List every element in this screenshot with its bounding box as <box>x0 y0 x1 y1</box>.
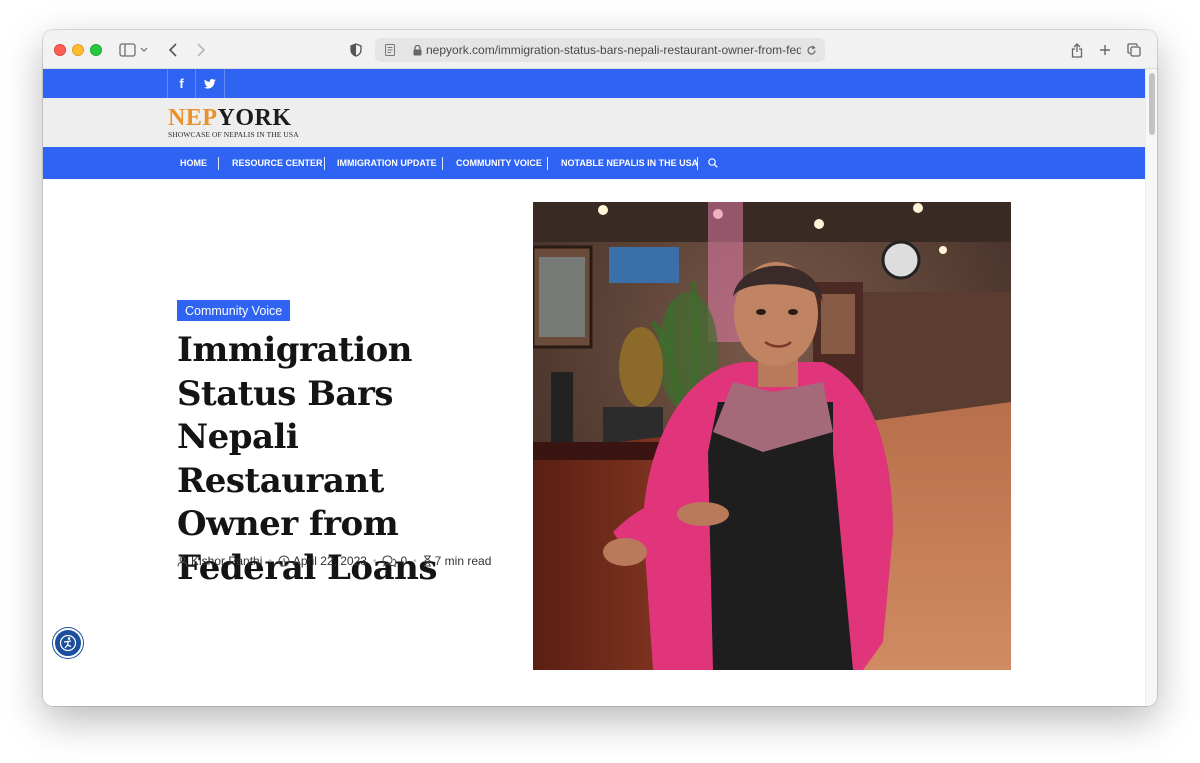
url-text: nepyork.com/immigration-status-bars-nepa… <box>426 43 801 57</box>
date-text: April 22, 2023 <box>292 554 367 568</box>
zoom-window-button[interactable] <box>90 44 102 56</box>
close-window-button[interactable] <box>54 44 66 56</box>
user-icon <box>177 555 188 567</box>
nav-item-notable-nepalis[interactable]: NOTABLE NEPALIS IN THE USA <box>561 147 698 179</box>
meta-separator: • <box>268 555 272 567</box>
share-icon[interactable] <box>1068 40 1086 60</box>
social-bar: f <box>43 69 1145 98</box>
comments-count[interactable]: 0 <box>382 554 407 568</box>
read-time-text: 7 min read <box>434 554 492 568</box>
search-icon[interactable] <box>708 147 718 179</box>
logo-tagline: SHOWCASE OF NEPALIS IN THE USA <box>168 130 299 139</box>
site-logo[interactable]: NEPYORK SHOWCASE OF NEPALIS IN THE USA <box>168 105 299 139</box>
tab-overview-icon[interactable] <box>1125 40 1143 60</box>
new-tab-icon[interactable] <box>1096 40 1114 60</box>
nav-item-community-voice[interactable]: COMMUNITY VOICE <box>456 147 542 179</box>
browser-window: nepyork.com/immigration-status-bars-nepa… <box>43 30 1157 706</box>
nav-item-immigration-update[interactable]: IMMIGRATION UPDATE <box>337 147 437 179</box>
nav-separator <box>547 157 548 170</box>
back-icon[interactable] <box>165 40 181 60</box>
nav-separator <box>442 157 443 170</box>
read-time: 7 min read <box>423 554 492 568</box>
author-name: Kishor Panthi <box>191 554 263 568</box>
facebook-icon[interactable]: f <box>167 69 196 98</box>
reader-mode-icon[interactable] <box>381 42 399 58</box>
web-page: f NEPYORK SHOWCASE OF NEPALIS IN THE USA… <box>43 69 1145 706</box>
site-header: NEPYORK SHOWCASE OF NEPALIS IN THE USA <box>43 98 1145 147</box>
author[interactable]: Kishor Panthi <box>177 554 262 568</box>
nav-separator <box>324 157 325 170</box>
scrollbar-thumb[interactable] <box>1149 73 1155 135</box>
meta-separator: • <box>413 555 417 567</box>
browser-toolbar: nepyork.com/immigration-status-bars-nepa… <box>43 30 1157 69</box>
nav-item-home[interactable]: HOME <box>180 147 207 179</box>
twitter-icon[interactable] <box>196 69 225 98</box>
sidebar-toggle-icon[interactable] <box>118 40 150 60</box>
lock-icon <box>413 44 422 56</box>
publish-date: April 22, 2023 <box>278 554 367 568</box>
nav-item-resource-center[interactable]: RESOURCE CENTER <box>232 147 323 179</box>
minimize-window-button[interactable] <box>72 44 84 56</box>
forward-icon[interactable] <box>193 40 209 60</box>
logo-nep: NEP <box>168 105 218 131</box>
comments-icon <box>382 555 397 567</box>
reload-icon[interactable] <box>801 45 821 56</box>
hero-image <box>533 202 1011 670</box>
meta-separator: • <box>372 555 377 567</box>
privacy-shield-icon[interactable] <box>348 40 364 60</box>
category-badge[interactable]: Community Voice <box>177 300 291 321</box>
nav-separator <box>697 157 698 170</box>
address-bar[interactable]: nepyork.com/immigration-status-bars-nepa… <box>375 38 825 62</box>
article-meta: Kishor Panthi • April 22, 2023 • 0 • 7 m… <box>177 553 491 569</box>
clock-icon <box>278 555 290 567</box>
hourglass-icon <box>423 555 431 567</box>
main-navigation: HOME RESOURCE CENTER IMMIGRATION UPDATE … <box>43 147 1145 179</box>
logo-york: YORK <box>217 105 292 131</box>
nav-separator <box>218 157 219 170</box>
article-title: Immigration Status Bars Nepali Restauran… <box>177 330 438 588</box>
page-scrollbar[interactable] <box>1145 69 1157 706</box>
comments-value: 0 <box>400 554 408 568</box>
accessibility-icon[interactable] <box>53 628 83 658</box>
